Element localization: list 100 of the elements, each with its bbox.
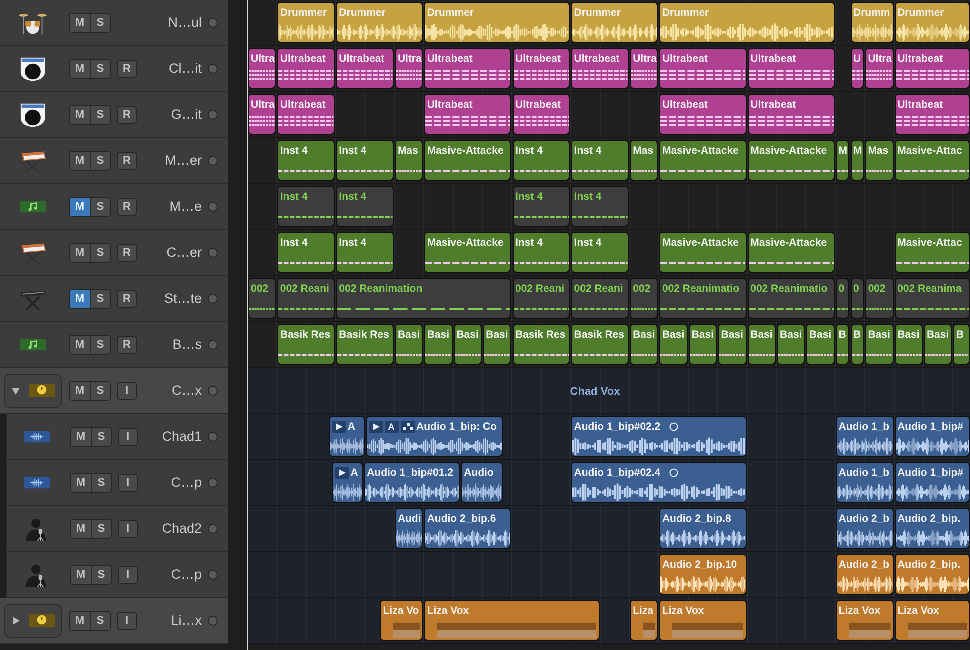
mute-button[interactable]: M — [70, 152, 90, 170]
record-button[interactable]: R — [117, 244, 137, 262]
input-monitor-button[interactable]: I — [118, 520, 138, 538]
midi-region[interactable]: Ultrabeat — [894, 94, 970, 135]
solo-button[interactable]: S — [91, 566, 111, 584]
track-header[interactable]: M S I C…p — [6, 552, 228, 598]
record-button[interactable]: R — [117, 198, 137, 216]
solo-button[interactable]: S — [90, 14, 110, 32]
folder-region[interactable]: Liza Vo — [380, 600, 424, 641]
input-monitor-button[interactable]: I — [117, 382, 137, 400]
solo-button[interactable]: S — [90, 612, 110, 630]
midi-region[interactable]: Ultrabeat — [748, 94, 835, 135]
track-header[interactable]: M S R M…er — [0, 138, 228, 184]
mute-button[interactable]: M — [71, 428, 91, 446]
folder-region[interactable]: Liza Vox — [424, 600, 600, 641]
input-monitor-button[interactable]: I — [118, 474, 138, 492]
mute-button[interactable]: M — [70, 290, 90, 308]
midi-region[interactable]: Ultrabeat — [512, 94, 570, 135]
midi-region[interactable]: Ultrabeat — [748, 48, 835, 89]
play-icon[interactable] — [332, 421, 346, 433]
track-header[interactable]: M S N…ul — [0, 0, 228, 46]
solo-button[interactable]: S — [90, 60, 110, 78]
folder-region[interactable]: Liza Vox — [659, 600, 747, 641]
audio-region[interactable]: Audio 1_b — [836, 462, 894, 503]
track-header[interactable]: M S I Chad2 — [6, 506, 228, 552]
midi-region[interactable]: Ultra — [248, 94, 276, 135]
midi-region[interactable]: Ultrabeat — [424, 48, 512, 89]
mute-button[interactable]: M — [71, 520, 91, 538]
midi-region[interactable]: Ultrabeat — [894, 48, 970, 89]
solo-button[interactable]: S — [91, 428, 111, 446]
audio-region[interactable]: Audio 2_bip.6 — [424, 508, 512, 549]
folder-region[interactable]: Liza — [630, 600, 658, 641]
track-header[interactable]: M S R B…s — [0, 322, 228, 368]
midi-region[interactable]: M — [850, 140, 864, 181]
audio-region[interactable]: Audio 1_bip#02.4 — [571, 462, 747, 503]
track-header[interactable]: M S I C…p — [6, 460, 228, 506]
midi-region[interactable]: 0 — [836, 278, 850, 319]
solo-button[interactable]: S — [90, 290, 110, 308]
audio-region[interactable]: Audio — [461, 462, 503, 503]
track-header[interactable]: M S R G…it — [0, 92, 228, 138]
solo-button[interactable]: S — [90, 382, 110, 400]
input-monitor-button[interactable]: I — [118, 566, 138, 584]
track-header[interactable]: M S R C…er — [0, 230, 228, 276]
midi-region[interactable]: M — [836, 140, 850, 181]
mute-button[interactable]: M — [70, 14, 90, 32]
audio-region[interactable]: Audio 1_bip#02.2 — [571, 416, 747, 457]
audio-region[interactable]: A — [332, 462, 364, 503]
record-button[interactable]: R — [117, 152, 137, 170]
audio-region[interactable]: A Audio 1_bip: Co — [366, 416, 503, 457]
take-badge[interactable]: A — [384, 421, 399, 433]
track-dot-icon[interactable] — [208, 156, 218, 166]
midi-region[interactable]: 0 — [850, 278, 864, 319]
mute-button[interactable]: M — [71, 566, 91, 584]
audio-region[interactable]: Audio 2_bip.10 — [659, 554, 747, 595]
midi-region[interactable]: U — [850, 48, 864, 89]
audio-region[interactable]: Audi — [394, 508, 424, 549]
track-dot-icon[interactable] — [208, 202, 218, 212]
audio-region[interactable]: Audio 1_bip#01.2 — [364, 462, 460, 503]
mute-button[interactable]: M — [70, 336, 90, 354]
record-button[interactable]: R — [117, 106, 137, 124]
mute-button[interactable]: M — [70, 244, 90, 262]
solo-button[interactable]: S — [91, 474, 111, 492]
solo-button[interactable]: S — [90, 244, 110, 262]
mute-button[interactable]: M — [70, 198, 90, 216]
folder-region[interactable]: Liza Vox — [836, 600, 894, 641]
solo-button[interactable]: S — [90, 336, 110, 354]
solo-button[interactable]: S — [91, 520, 111, 538]
midi-region[interactable]: Ultra — [394, 48, 424, 89]
solo-button[interactable]: S — [90, 198, 110, 216]
track-dot-icon[interactable] — [208, 294, 218, 304]
track-dot-icon[interactable] — [208, 478, 218, 488]
midi-region[interactable]: Ultrabeat — [571, 48, 630, 89]
track-dot-icon[interactable] — [208, 248, 218, 258]
track-dot-icon[interactable] — [208, 340, 218, 350]
midi-region[interactable]: B — [836, 324, 850, 365]
track-header[interactable]: M S R Cl…it — [0, 46, 228, 92]
track-dot-icon[interactable] — [208, 570, 218, 580]
midi-region[interactable]: Ultra — [630, 48, 658, 89]
audio-region[interactable]: Audio 1_b — [836, 416, 894, 457]
record-button[interactable]: R — [117, 336, 137, 354]
midi-region[interactable]: Ultrabeat — [512, 48, 570, 89]
solo-button[interactable]: S — [90, 106, 110, 124]
midi-region[interactable]: Ultrabeat — [659, 94, 747, 135]
midi-region[interactable]: B — [850, 324, 864, 365]
midi-region[interactable]: Ultrabeat — [336, 48, 394, 89]
solo-button[interactable]: S — [90, 152, 110, 170]
track-header[interactable]: M S I Li…x — [0, 598, 228, 644]
mute-button[interactable]: M — [71, 474, 91, 492]
track-dot-icon[interactable] — [208, 524, 218, 534]
track-header[interactable]: M S R St…te — [0, 276, 228, 322]
midi-region[interactable]: B — [953, 324, 970, 365]
mute-button[interactable]: M — [70, 106, 90, 124]
folder-region[interactable]: Liza Vox — [894, 600, 970, 641]
midi-region[interactable]: Ultrabeat — [424, 94, 512, 135]
track-dot-icon[interactable] — [208, 110, 218, 120]
record-button[interactable]: R — [117, 60, 137, 78]
play-icon[interactable] — [334, 467, 349, 479]
midi-region[interactable]: Ultra — [865, 48, 894, 89]
audio-region[interactable]: Audio 2_bip.8 — [659, 508, 747, 549]
disclosure-triangle-icon[interactable] — [11, 386, 21, 396]
